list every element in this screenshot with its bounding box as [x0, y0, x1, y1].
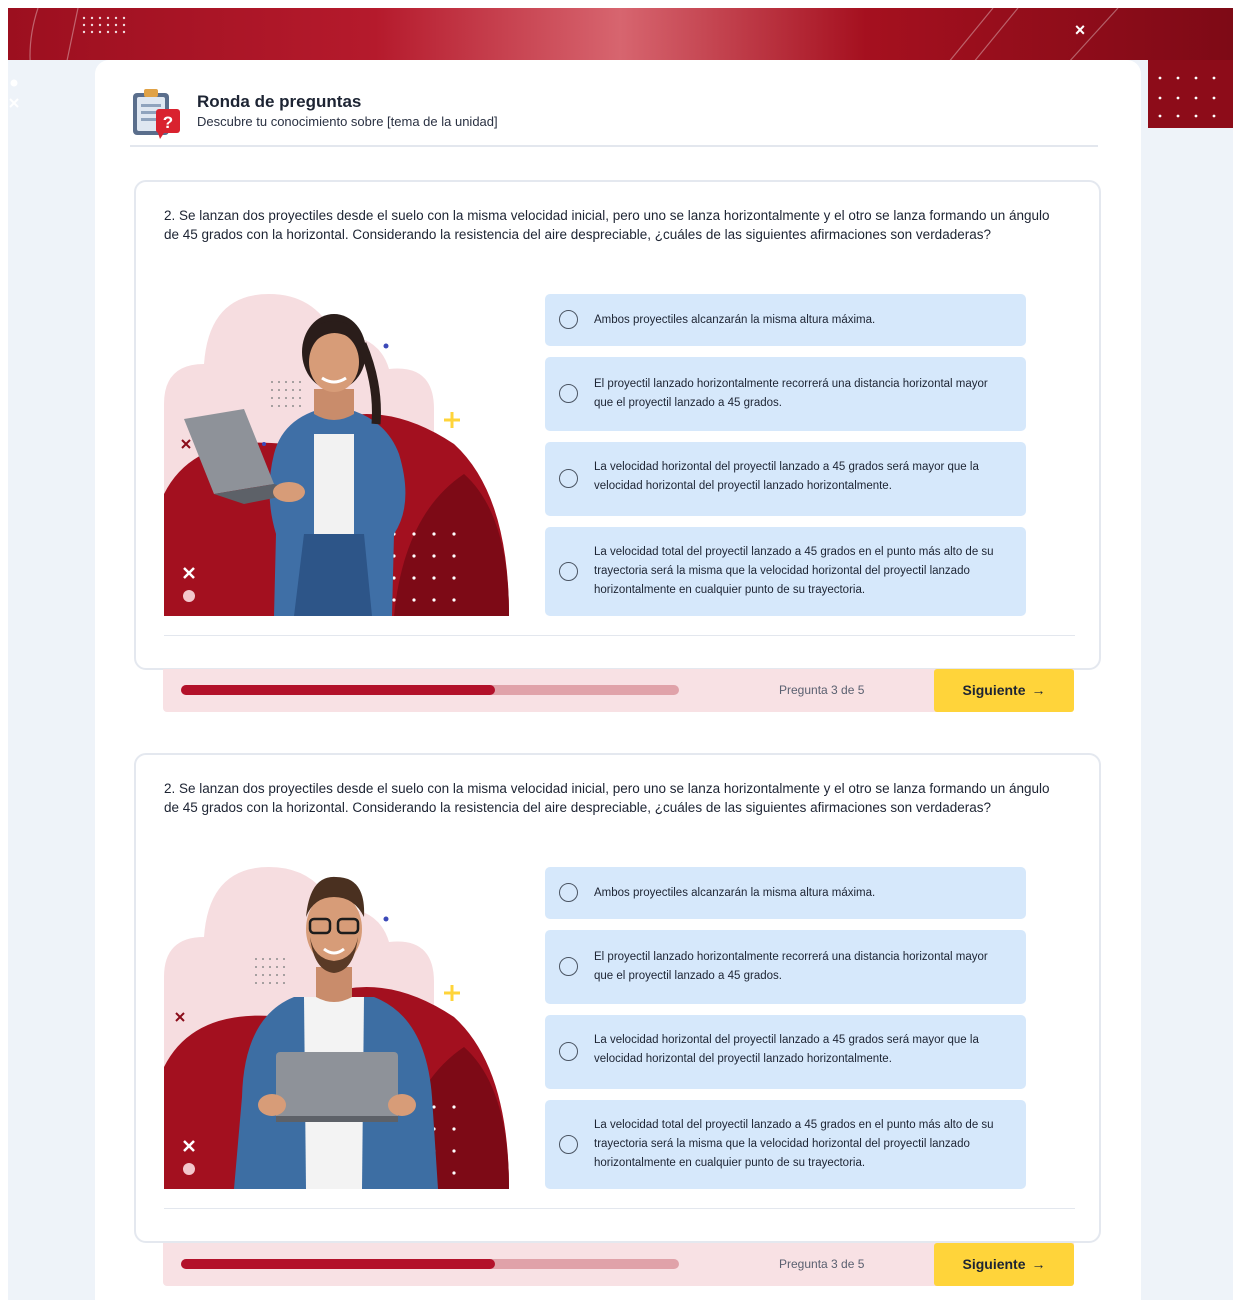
- side-decoration: [9, 79, 19, 108]
- answer-options: Ambos proyectiles alcanzarán la misma al…: [545, 294, 1026, 627]
- page-subtitle: Descubre tu conocimiento sobre [tema de …: [197, 114, 498, 129]
- answer-option[interactable]: La velocidad total del proyectil lanzado…: [545, 1100, 1026, 1189]
- question-footer: Pregunta 3 de 5 Siguiente →: [163, 1243, 1074, 1286]
- answer-option-label: Ambos proyectiles alcanzarán la misma al…: [594, 314, 876, 326]
- arrow-right-icon: →: [1031, 682, 1046, 698]
- question-text: 2. Se lanzan dos proyectiles desde el su…: [164, 781, 1050, 815]
- answer-option-label: La velocidad horizontal del proyectil la…: [594, 1034, 979, 1065]
- next-button[interactable]: Siguiente →: [934, 1243, 1074, 1286]
- progress-fill: [181, 685, 495, 695]
- next-button-label: Siguiente: [962, 682, 1026, 698]
- page-title: Ronda de preguntas: [197, 92, 362, 111]
- answer-option-label: La velocidad total del proyectil lanzado…: [594, 1119, 994, 1169]
- answer-option[interactable]: La velocidad horizontal del proyectil la…: [545, 442, 1026, 516]
- radio-button[interactable]: [559, 384, 578, 403]
- radio-button[interactable]: [559, 883, 578, 902]
- answer-option-label: La velocidad horizontal del proyectil la…: [594, 461, 979, 492]
- answer-option-label: Ambos proyectiles alcanzarán la misma al…: [594, 887, 876, 899]
- radio-button[interactable]: [559, 1042, 578, 1061]
- radio-button[interactable]: [559, 1134, 578, 1154]
- progress-fill: [181, 1259, 495, 1269]
- close-icon[interactable]: ×: [1070, 20, 1090, 40]
- next-button[interactable]: Siguiente →: [934, 669, 1074, 712]
- clipboard-question-icon: ?: [133, 89, 180, 139]
- header-divider: [130, 145, 1098, 147]
- question-footer: Pregunta 3 de 5 Siguiente →: [163, 669, 1074, 712]
- svg-text:?: ?: [163, 113, 173, 132]
- answer-options: Ambos proyectiles alcanzarán la misma al…: [545, 867, 1026, 1200]
- question-card: 2. Se lanzan dos proyectiles desde el su…: [134, 180, 1101, 670]
- student-man-laptop-illustration: [164, 867, 509, 1189]
- answer-option[interactable]: La velocidad total del proyectil lanzado…: [545, 527, 1026, 616]
- page-header: ? Ronda de preguntas Descubre tu conocim…: [130, 85, 1100, 145]
- answer-option-label: El proyectil lanzado horizontalmente rec…: [594, 378, 988, 409]
- question-divider: [164, 1208, 1075, 1209]
- question-divider: [164, 635, 1075, 636]
- radio-button[interactable]: [559, 561, 578, 581]
- answer-option-label: El proyectil lanzado horizontalmente rec…: [594, 951, 988, 982]
- answer-option[interactable]: La velocidad horizontal del proyectil la…: [545, 1015, 1026, 1089]
- answer-option[interactable]: El proyectil lanzado horizontalmente rec…: [545, 930, 1026, 1004]
- progress-label: Pregunta 3 de 5: [779, 683, 865, 697]
- next-button-label: Siguiente: [962, 1256, 1026, 1272]
- answer-option[interactable]: El proyectil lanzado horizontalmente rec…: [545, 357, 1026, 431]
- progress-label: Pregunta 3 de 5: [779, 1257, 865, 1271]
- progress-bar: [181, 1259, 679, 1269]
- arrow-right-icon: →: [1031, 1256, 1046, 1272]
- progress-bar: [181, 685, 679, 695]
- banner-dots-block: [1148, 60, 1233, 128]
- answer-option[interactable]: Ambos proyectiles alcanzarán la misma al…: [545, 867, 1026, 919]
- radio-button[interactable]: [559, 310, 578, 329]
- answer-option[interactable]: Ambos proyectiles alcanzarán la misma al…: [545, 294, 1026, 346]
- student-woman-laptop-illustration: [164, 294, 509, 616]
- radio-button[interactable]: [559, 469, 578, 488]
- question-text: 2. Se lanzan dos proyectiles desde el su…: [164, 208, 1050, 242]
- question-card: 2. Se lanzan dos proyectiles desde el su…: [134, 753, 1101, 1243]
- answer-option-label: La velocidad total del proyectil lanzado…: [594, 546, 994, 596]
- radio-button[interactable]: [559, 957, 578, 976]
